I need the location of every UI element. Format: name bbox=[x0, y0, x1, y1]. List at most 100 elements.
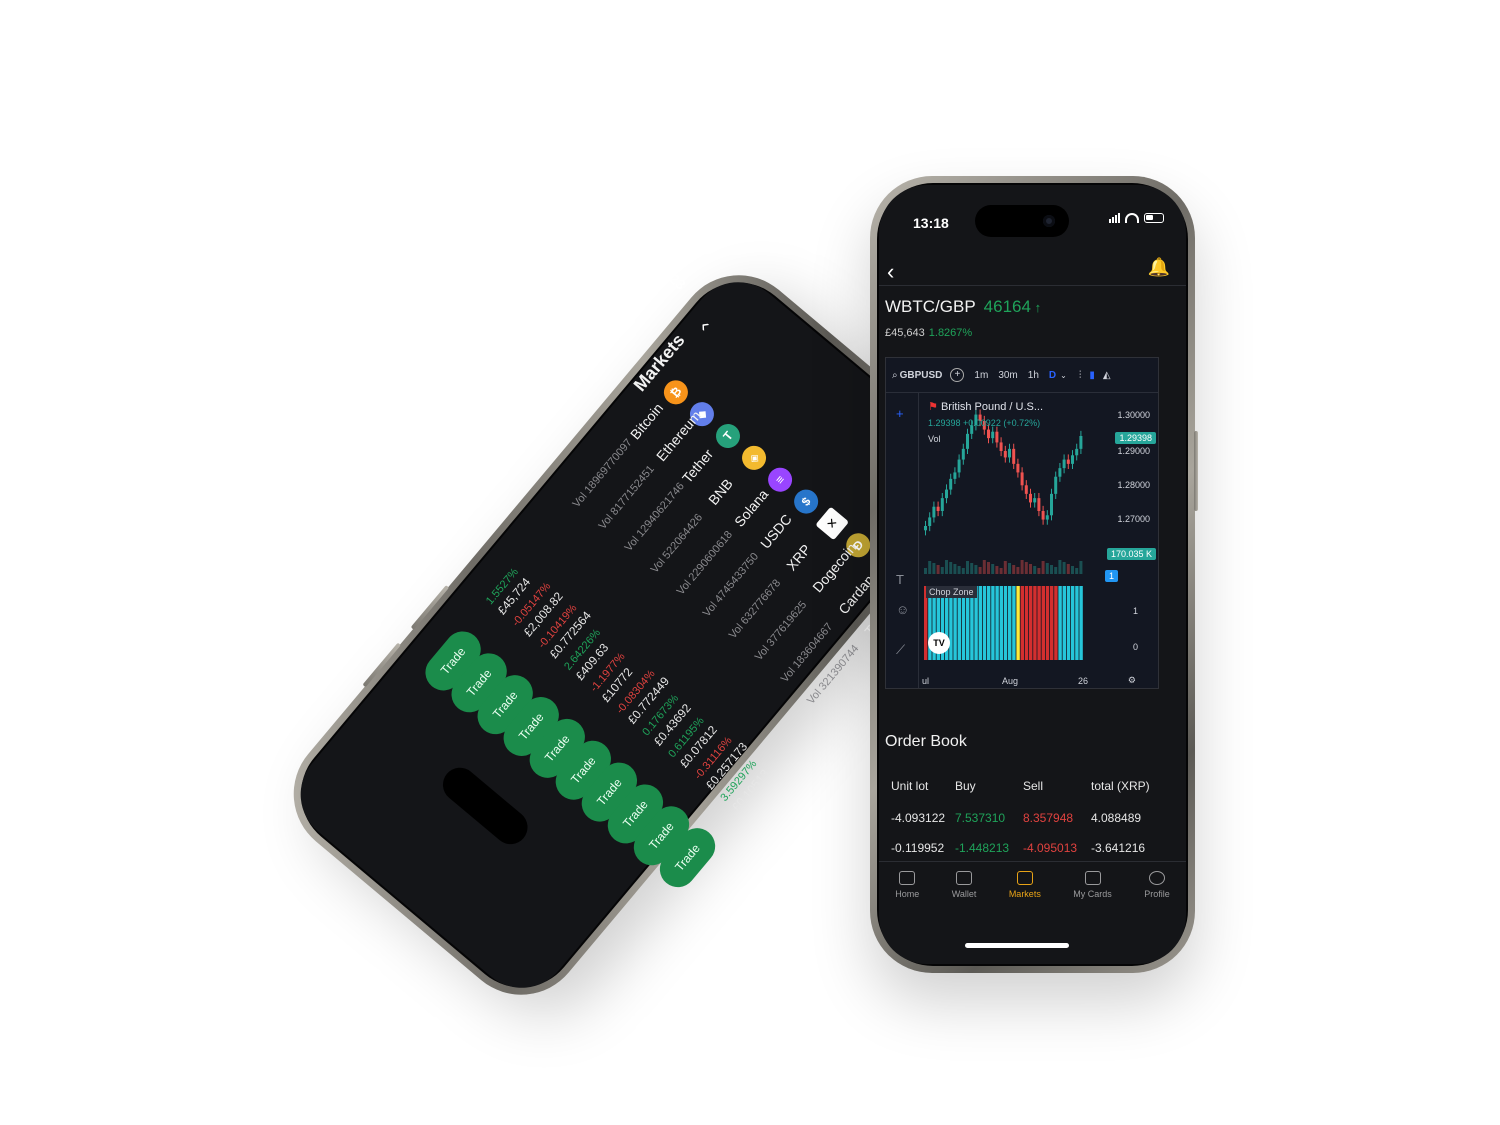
tab-wallet[interactable]: Wallet bbox=[952, 871, 976, 899]
candle bbox=[1066, 459, 1070, 464]
candle bbox=[1041, 511, 1045, 520]
candle bbox=[932, 506, 936, 518]
candle bbox=[1071, 455, 1074, 464]
tab-markets[interactable]: Markets bbox=[1009, 871, 1041, 899]
x-tick: Aug bbox=[1002, 676, 1019, 686]
chop-bar bbox=[1029, 586, 1033, 660]
sub-pct: 1.8267% bbox=[928, 327, 973, 339]
home-indicator[interactable] bbox=[965, 943, 1069, 948]
chop-bar bbox=[1033, 586, 1037, 660]
volume-bar bbox=[1037, 568, 1041, 574]
chop-bar bbox=[1071, 586, 1075, 660]
back-chevron-icon[interactable]: ‹ bbox=[887, 259, 894, 285]
status-time: 13:18 bbox=[913, 215, 949, 231]
candle bbox=[1062, 459, 1066, 469]
tab-label: Profile bbox=[1144, 889, 1170, 899]
ob-cell: 4.088489 bbox=[1091, 811, 1142, 825]
ind-tick: 1 bbox=[1132, 606, 1138, 616]
power-button bbox=[1194, 431, 1198, 511]
candle bbox=[995, 431, 999, 443]
vol-label: Vol bbox=[928, 434, 941, 444]
chop-bar bbox=[1066, 586, 1071, 660]
timeframe-1m[interactable]: 1m bbox=[974, 370, 988, 381]
chop-bar bbox=[1008, 586, 1012, 660]
dynamic-island bbox=[975, 205, 1069, 237]
candle bbox=[1058, 468, 1062, 477]
emoji-icon[interactable]: ☺ bbox=[896, 602, 909, 617]
area-chart-icon[interactable]: ◭ bbox=[1103, 370, 1111, 381]
crosshair-icon[interactable]: + bbox=[896, 406, 904, 421]
home-icon bbox=[899, 871, 916, 885]
wifi-icon bbox=[1125, 213, 1139, 223]
tab-profile[interactable]: Profile bbox=[1144, 871, 1170, 899]
y-tick: 1.29000 bbox=[1117, 446, 1150, 456]
x-tick: 26 bbox=[1078, 676, 1089, 686]
instrument-name: British Pound / U.S... bbox=[940, 401, 1044, 413]
instrument-title: ⚑ British Pound / U.S... bbox=[928, 400, 1043, 413]
volume-badge: 170.035 K bbox=[1106, 548, 1156, 560]
volume-bar bbox=[936, 565, 940, 574]
volume-bar bbox=[953, 564, 957, 574]
volume-bar bbox=[1062, 562, 1066, 574]
chop-bar bbox=[1054, 586, 1058, 660]
y-tick: 1.27000 bbox=[1117, 514, 1150, 524]
chevron-down-icon[interactable]: ⌄ bbox=[1060, 371, 1067, 380]
timeframe-30m[interactable]: 30m bbox=[998, 370, 1017, 381]
volume-bar bbox=[1079, 561, 1083, 574]
chop-bar bbox=[995, 586, 999, 660]
candle bbox=[999, 442, 1003, 451]
chart-area[interactable]: ⚑ British Pound / U.S... 1.29398 +0.0092… bbox=[920, 394, 1158, 688]
ruler-icon[interactable]: ⟋ bbox=[896, 642, 905, 658]
volume-bar bbox=[1016, 567, 1020, 574]
compare-plus-icon[interactable]: + bbox=[950, 368, 965, 382]
chart-widget[interactable]: ⌕ GBPUSD + 1m 30m 1h D ⌄ ⫶ ▮ ◭ + T ☺ ⟋ ⚑… bbox=[885, 357, 1159, 689]
chop-bar bbox=[1079, 586, 1083, 660]
symbol-search[interactable]: GBPUSD bbox=[900, 370, 943, 381]
candle bbox=[991, 431, 995, 439]
settings-gear-icon[interactable]: ⚙ bbox=[1128, 675, 1136, 686]
candle bbox=[987, 429, 990, 439]
wallet-icon bbox=[956, 871, 973, 885]
tab-label: Home bbox=[895, 889, 920, 899]
ob-header: Buy bbox=[955, 779, 976, 793]
ob-cell: -3.641216 bbox=[1091, 841, 1146, 855]
bell-icon[interactable]: 🔔 bbox=[1148, 257, 1170, 278]
candle bbox=[1003, 451, 1007, 458]
detail-phone: 13:18 ‹ 🔔 WBTC/GBP 46164 ↑ £45,643 1.8267%… bbox=[870, 176, 1198, 973]
timeframe-d[interactable]: D bbox=[1049, 370, 1056, 381]
volume-bar bbox=[978, 567, 982, 574]
candle bbox=[1050, 493, 1053, 516]
volume-bar bbox=[1054, 567, 1058, 574]
price-badge: 1.29398 bbox=[1115, 432, 1156, 444]
search-icon[interactable]: ⌕ bbox=[892, 370, 898, 381]
tab-my-cards[interactable]: My Cards bbox=[1073, 871, 1112, 899]
ob-cell: 8.357948 bbox=[1023, 811, 1074, 825]
timeframe-1h[interactable]: 1h bbox=[1028, 370, 1039, 381]
indicator-label: Chop Zone bbox=[926, 586, 977, 598]
volume-bar bbox=[982, 560, 986, 574]
volume-bar bbox=[928, 561, 932, 574]
candles-icon[interactable]: ▮ bbox=[1089, 370, 1095, 381]
candle bbox=[957, 459, 961, 473]
candle bbox=[1033, 498, 1037, 503]
candle bbox=[940, 498, 944, 511]
chop-bar bbox=[1020, 586, 1024, 660]
volume-bar bbox=[1058, 560, 1062, 574]
text-tool-icon[interactable]: T bbox=[896, 572, 904, 587]
volume-bar bbox=[1003, 561, 1007, 574]
order-book-title: Order Book bbox=[885, 733, 967, 750]
chop-bar bbox=[1050, 586, 1054, 660]
chop-bar bbox=[1037, 586, 1041, 660]
candle bbox=[945, 489, 948, 499]
indicators-icon[interactable]: ⫶ bbox=[1079, 370, 1082, 381]
tab-home[interactable]: Home bbox=[895, 871, 919, 899]
volume-bar bbox=[1045, 563, 1049, 574]
detail-screen: 13:18 ‹ 🔔 WBTC/GBP 46164 ↑ £45,643 1.8267%… bbox=[879, 185, 1186, 964]
chart-toolbar: ⌕ GBPUSD + 1m 30m 1h D ⌄ ⫶ ▮ ◭ bbox=[886, 358, 1158, 393]
markets-icon bbox=[1016, 871, 1033, 885]
volume-bar bbox=[932, 563, 936, 574]
coin-price: £0.10513 bbox=[729, 766, 772, 815]
chop-bar bbox=[991, 586, 995, 660]
volume-bar bbox=[970, 563, 974, 574]
pair-price: 46164 bbox=[983, 297, 1031, 316]
